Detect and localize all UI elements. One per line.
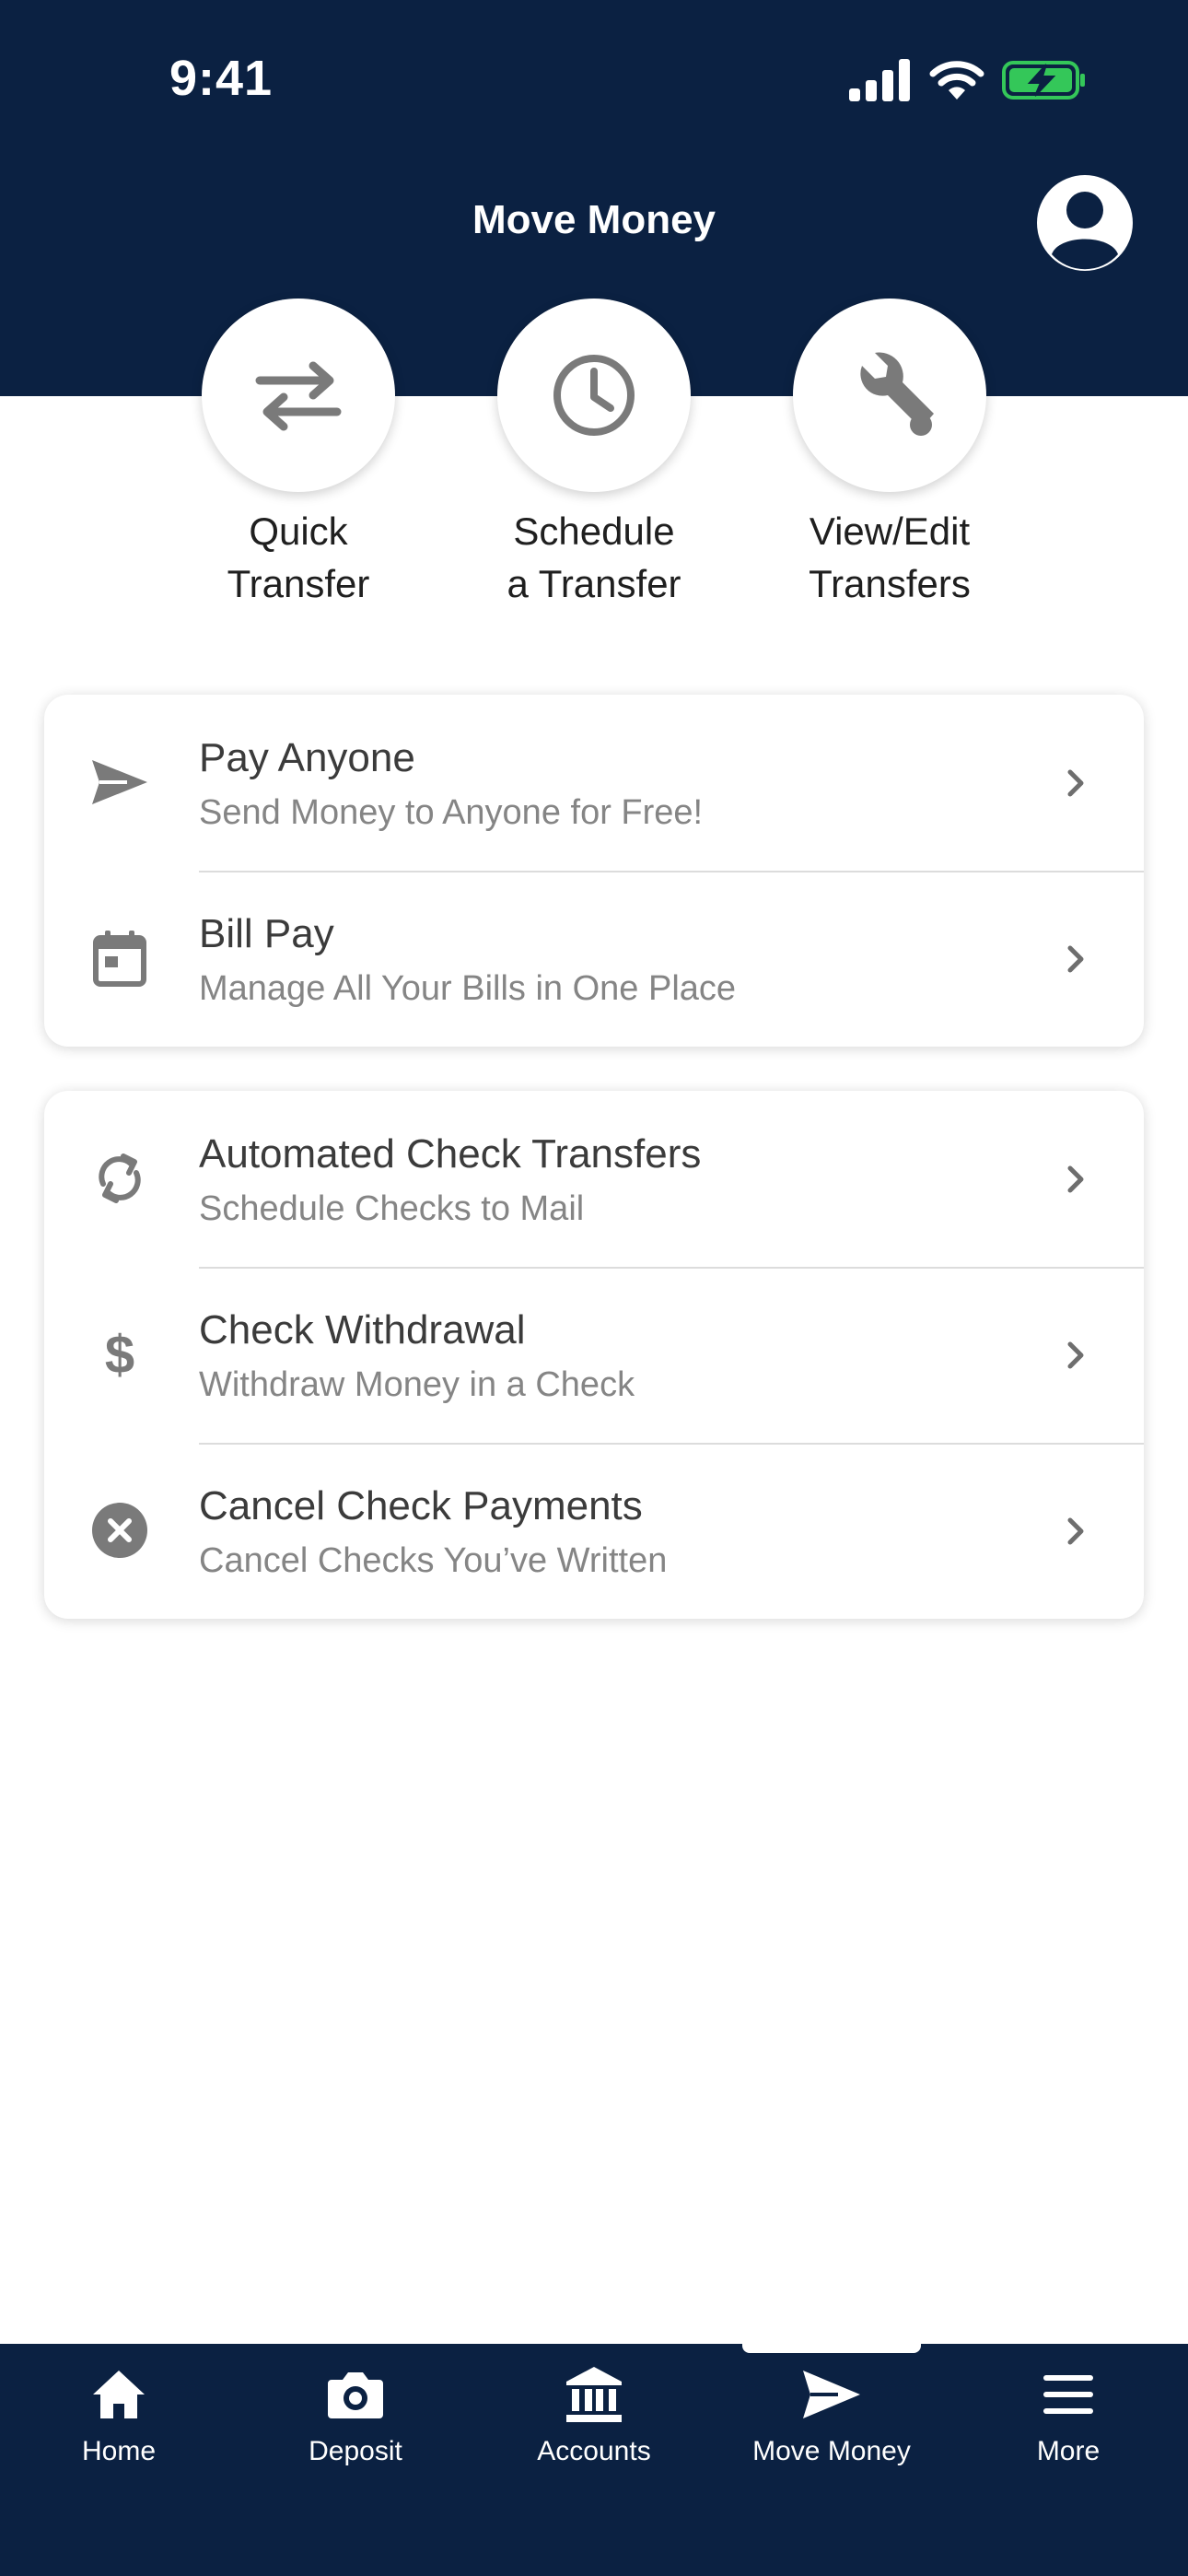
paper-plane-icon <box>803 2371 860 2418</box>
user-avatar-icon <box>1052 192 1118 270</box>
refresh-icon <box>99 1153 141 1203</box>
page-title: Move Money <box>472 197 716 242</box>
payments-card: Pay Anyone Send Money to Anyone for Free… <box>44 695 1144 1047</box>
battery-charging-icon <box>1002 61 1085 100</box>
svg-text:$: $ <box>105 1325 134 1384</box>
tab-icon-wrap <box>730 2359 933 2430</box>
tab-move-money[interactable]: Move Money <box>730 2359 933 2467</box>
quick-transfer-button[interactable]: Quick Transfer <box>151 299 446 610</box>
swap-arrows-icon <box>255 361 342 431</box>
clock-icon <box>553 355 635 436</box>
row-icon-wrap <box>90 753 149 812</box>
tab-label: More <box>1036 2436 1101 2466</box>
check-withdrawal-row[interactable]: $ Check Withdrawal Withdraw Money in a C… <box>44 1267 1144 1443</box>
paper-plane-icon <box>92 760 147 804</box>
tab-label: Home <box>81 2436 157 2466</box>
calendar-icon <box>93 931 146 987</box>
chevron-right-icon <box>1067 769 1084 797</box>
automated-check-transfers-row[interactable]: Automated Check Transfers Schedule Check… <box>44 1091 1144 1267</box>
tab-label: Deposit <box>309 2436 402 2466</box>
view-edit-transfers-circle[interactable] <box>793 299 986 492</box>
bank-icon <box>566 2367 622 2422</box>
cancel-check-payments-row[interactable]: Cancel Check Payments Cancel Checks You’… <box>44 1443 1144 1619</box>
camera-icon <box>328 2372 383 2418</box>
status-time: 9:41 <box>169 51 274 106</box>
checks-card: Automated Check Transfers Schedule Check… <box>44 1091 1144 1619</box>
tab-icon-wrap <box>17 2359 220 2430</box>
tab-more[interactable]: More <box>967 2359 1170 2467</box>
row-title: Automated Check Transfers <box>199 1131 702 1177</box>
row-subtitle: Withdraw Money in a Check <box>199 1365 635 1404</box>
view-edit-transfers-label: View/Edit Transfers <box>809 509 971 605</box>
row-icon-wrap <box>90 1501 149 1560</box>
view-edit-transfers-button[interactable]: View/Edit Transfers <box>742 299 1037 610</box>
row-subtitle: Manage All Your Bills in One Place <box>199 969 737 1008</box>
quick-transfer-circle[interactable] <box>202 299 395 492</box>
schedule-transfer-button[interactable]: Schedule a Transfer <box>447 299 741 610</box>
schedule-transfer-label: Schedule a Transfer <box>507 509 681 605</box>
row-subtitle: Cancel Checks You’ve Written <box>199 1541 668 1580</box>
row-title: Check Withdrawal <box>199 1307 526 1352</box>
row-title: Bill Pay <box>199 911 334 956</box>
chevron-right-icon <box>1067 1165 1084 1193</box>
row-title: Cancel Check Payments <box>199 1483 643 1528</box>
row-icon-wrap: $ <box>90 1325 149 1384</box>
menu-icon <box>1043 2375 1093 2414</box>
wrench-icon <box>860 352 934 436</box>
tab-home[interactable]: Home <box>17 2359 220 2467</box>
tab-icon-wrap <box>967 2359 1170 2430</box>
tab-accounts[interactable]: Accounts <box>493 2359 695 2467</box>
tab-icon-wrap <box>254 2359 457 2430</box>
wifi-icon <box>929 61 984 100</box>
row-subtitle: Send Money to Anyone for Free! <box>199 793 704 832</box>
tab-label: Move Money <box>752 2436 911 2466</box>
quick-transfer-label: Quick Transfer <box>227 509 370 605</box>
cellular-signal-icon <box>849 59 910 101</box>
row-icon-wrap <box>90 1149 149 1208</box>
cancel-circle-icon <box>92 1503 147 1558</box>
pay-anyone-row[interactable]: Pay Anyone Send Money to Anyone for Free… <box>44 695 1144 871</box>
chevron-right-icon <box>1067 1517 1084 1545</box>
chevron-right-icon <box>1067 1341 1084 1369</box>
schedule-transfer-circle[interactable] <box>497 299 691 492</box>
row-icon-wrap <box>90 929 149 988</box>
home-icon <box>93 2371 145 2418</box>
tab-deposit[interactable]: Deposit <box>254 2359 457 2467</box>
profile-avatar-button[interactable] <box>1037 175 1133 271</box>
bill-pay-row[interactable]: Bill Pay Manage All Your Bills in One Pl… <box>44 871 1144 1047</box>
tab-icon-wrap <box>493 2359 695 2430</box>
row-subtitle: Schedule Checks to Mail <box>199 1189 585 1228</box>
chevron-right-icon <box>1067 945 1084 973</box>
dollar-icon: $ <box>105 1325 134 1384</box>
row-title: Pay Anyone <box>199 735 415 780</box>
tab-label: Accounts <box>537 2436 651 2466</box>
selected-tab-indicator <box>742 2344 921 2353</box>
